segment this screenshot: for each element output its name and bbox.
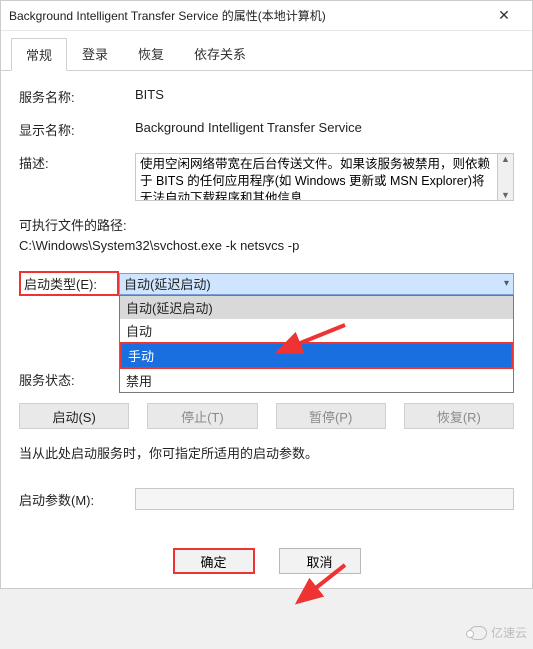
tab-dependencies[interactable]: 依存关系: [179, 37, 261, 70]
startup-type-select-wrap: 自动(延迟启动) ▾ 自动(延迟启动) 自动 手动 禁用: [119, 273, 514, 295]
label-display-name: 显示名称:: [19, 120, 135, 139]
label-exe-path: 可执行文件的路径:: [19, 215, 514, 234]
row-service-name: 服务名称: BITS: [19, 87, 514, 106]
titlebar: Background Intelligent Transfer Service …: [1, 1, 532, 31]
value-display-name: Background Intelligent Transfer Service: [135, 120, 514, 135]
row-start-params: 启动参数(M):: [19, 488, 514, 510]
startup-option-auto[interactable]: 自动: [120, 319, 513, 342]
startup-type-dropdown: 自动(延迟启动) 自动 手动 禁用: [119, 295, 514, 393]
pause-button: 暂停(P): [276, 403, 386, 429]
properties-dialog: Background Intelligent Transfer Service …: [0, 0, 533, 589]
tab-strip: 常规 登录 恢复 依存关系: [1, 31, 532, 71]
startup-type-selected-value: 自动(延迟启动): [124, 274, 211, 293]
description-textbox[interactable]: 使用空闲网络带宽在后台传送文件。如果该服务被禁用，则依赖于 BITS 的任何应用…: [135, 153, 498, 201]
label-service-status: 服务状态:: [19, 370, 135, 389]
description-scrollbar[interactable]: ▲▼: [498, 153, 514, 201]
ok-button[interactable]: 确定: [173, 548, 255, 574]
label-start-params: 启动参数(M):: [19, 490, 135, 509]
start-params-hint: 当从此处启动服务时，你可指定所适用的启动参数。: [19, 443, 514, 462]
stop-button: 停止(T): [147, 403, 257, 429]
label-description: 描述:: [19, 153, 135, 172]
dialog-footer: 确定 取消: [1, 540, 532, 588]
startup-option-manual[interactable]: 手动: [120, 342, 513, 369]
start-params-input: [135, 488, 514, 510]
label-startup-type: 启动类型(E):: [19, 271, 119, 296]
service-control-buttons: 启动(S) 停止(T) 暂停(P) 恢复(R): [19, 403, 514, 429]
value-service-name: BITS: [135, 87, 514, 102]
close-icon[interactable]: ✕: [484, 7, 524, 24]
watermark: 亿速云: [469, 624, 527, 641]
watermark-text: 亿速云: [491, 624, 527, 641]
startup-option-auto-delayed[interactable]: 自动(延迟启动): [120, 296, 513, 319]
chevron-down-icon: ▾: [504, 278, 509, 289]
row-exe-path: 可执行文件的路径: C:\Windows\System32\svchost.ex…: [19, 215, 514, 253]
cancel-button[interactable]: 取消: [279, 548, 361, 574]
resume-button: 恢复(R): [404, 403, 514, 429]
tab-recovery[interactable]: 恢复: [123, 37, 179, 70]
tab-logon[interactable]: 登录: [67, 37, 123, 70]
tab-content-general: 服务名称: BITS 显示名称: Background Intelligent …: [1, 71, 532, 540]
startup-type-select[interactable]: 自动(延迟启动) ▾: [119, 273, 514, 295]
value-exe-path: C:\Windows\System32\svchost.exe -k netsv…: [19, 238, 514, 253]
tab-general[interactable]: 常规: [11, 38, 67, 71]
start-button[interactable]: 启动(S): [19, 403, 129, 429]
startup-option-disabled[interactable]: 禁用: [120, 369, 513, 392]
row-display-name: 显示名称: Background Intelligent Transfer Se…: [19, 120, 514, 139]
row-description: 描述: 使用空闲网络带宽在后台传送文件。如果该服务被禁用，则依赖于 BITS 的…: [19, 153, 514, 201]
row-startup-type: 启动类型(E): 自动(延迟启动) ▾ 自动(延迟启动) 自动 手动 禁用: [19, 271, 514, 296]
scroll-up-icon[interactable]: ▲: [501, 154, 510, 164]
scroll-down-icon[interactable]: ▼: [501, 190, 510, 200]
label-service-name: 服务名称:: [19, 87, 135, 106]
window-title: Background Intelligent Transfer Service …: [9, 7, 484, 24]
watermark-icon: [469, 626, 487, 640]
